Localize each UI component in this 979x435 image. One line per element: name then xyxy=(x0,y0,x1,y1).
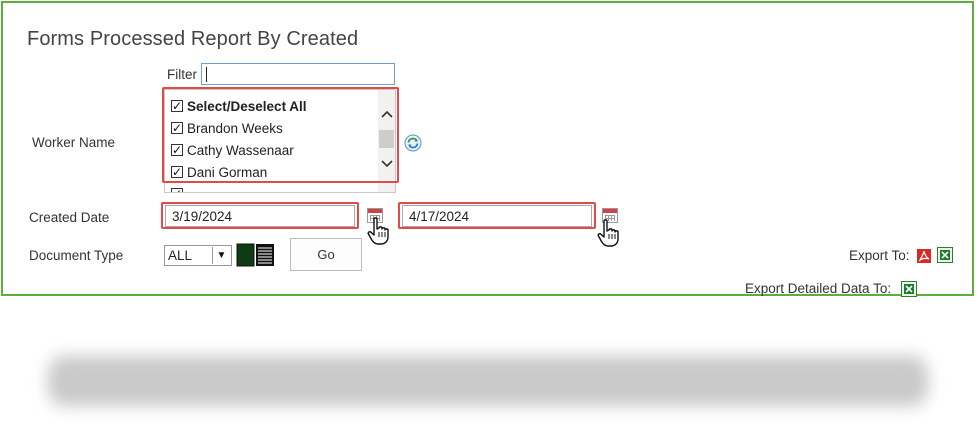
worker-name-listbox[interactable]: ✓ Select/Deselect All ✓ Brandon Weeks ✓ … xyxy=(164,89,396,193)
filter-label: Filter xyxy=(167,67,197,82)
list-item-label: Brandon Weeks xyxy=(187,120,283,136)
document-type-label: Document Type xyxy=(29,248,124,263)
list-item-label: Select/Deselect All xyxy=(187,98,307,114)
excel-icon[interactable] xyxy=(937,247,953,263)
hand-cursor-icon xyxy=(597,219,619,247)
checkbox-checked[interactable]: ✓ xyxy=(171,100,183,112)
list-item[interactable]: ✓ Cathy Wassenaar xyxy=(171,140,294,160)
list-item-label: Cathy Wassenaar xyxy=(187,142,294,158)
document-type-value: ALL xyxy=(168,248,193,263)
page-title: Forms Processed Report By Created xyxy=(27,28,359,50)
pdf-icon[interactable] xyxy=(916,248,932,264)
go-button[interactable]: Go xyxy=(290,238,362,271)
refresh-icon[interactable] xyxy=(404,134,422,152)
list-item-partial[interactable]: ✓ xyxy=(171,184,187,192)
hand-cursor-icon xyxy=(367,217,389,245)
list-item[interactable]: ✓ Dani Gorman xyxy=(171,162,267,182)
worker-name-label: Worker Name xyxy=(32,135,116,150)
blurred-content xyxy=(48,356,928,406)
checkbox-checked[interactable]: ✓ xyxy=(171,188,183,192)
document-type-select[interactable]: ALL ▼ xyxy=(164,245,232,266)
report-panel: Forms Processed Report By Created xyxy=(1,1,974,296)
chevron-down-icon[interactable]: ▼ xyxy=(212,247,230,264)
scroll-up-icon[interactable] xyxy=(378,106,395,122)
export-to-label: Export To: xyxy=(849,248,910,263)
filter-input[interactable] xyxy=(201,63,395,85)
scroll-down-icon[interactable] xyxy=(378,156,395,172)
book-icon[interactable] xyxy=(236,242,276,268)
created-date-from-input[interactable] xyxy=(165,205,355,227)
list-item-label: Dani Gorman xyxy=(187,164,268,180)
checkbox-checked[interactable]: ✓ xyxy=(171,166,183,178)
text-caret xyxy=(206,67,207,82)
checkbox-checked[interactable]: ✓ xyxy=(171,122,183,134)
scroll-thumb[interactable] xyxy=(379,130,394,148)
list-item[interactable]: ✓ Brandon Weeks xyxy=(171,118,283,138)
list-item-select-all[interactable]: ✓ Select/Deselect All xyxy=(171,96,307,116)
checkbox-checked[interactable]: ✓ xyxy=(171,144,183,156)
created-date-label: Created Date xyxy=(29,210,110,225)
export-detailed-label: Export Detailed Data To: xyxy=(745,281,892,296)
created-date-to-input[interactable] xyxy=(402,205,592,227)
listbox-scrollbar[interactable] xyxy=(378,90,395,192)
excel-icon[interactable] xyxy=(901,281,917,297)
